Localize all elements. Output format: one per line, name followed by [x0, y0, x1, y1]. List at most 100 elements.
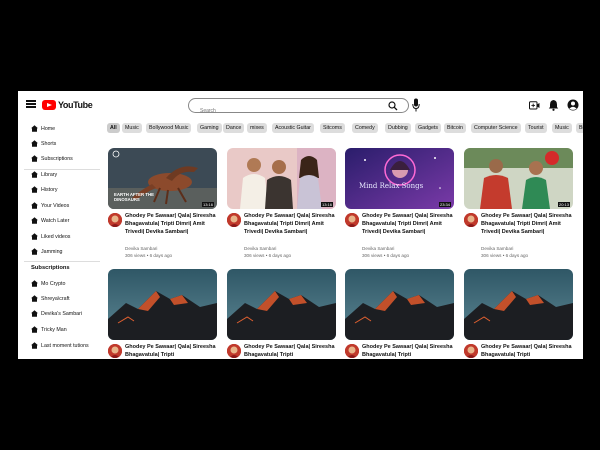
video-card[interactable]: 13:16 Ghodey Pe Sawaar| Qala| Sireesha B… [227, 148, 336, 260]
chip-bitcoin[interactable]: Bitcoin [444, 123, 466, 133]
video-card[interactable]: Ghodey Pe Sawaar| Qala| Sireesha Bhagava… [108, 269, 217, 359]
sidebar-item-watch-later[interactable]: Watch Later [18, 214, 106, 227]
video-thumbnail[interactable] [108, 269, 217, 340]
video-card[interactable]: Ghodey Pe Sawaar| Qala| Sireesha Bhagava… [464, 269, 573, 359]
sidebar-item-label: Your Videos [41, 202, 70, 209]
video-title[interactable]: Ghodey Pe Sawaar| Qala| Sireesha Bhagava… [244, 212, 336, 237]
video-thumbnail[interactable] [227, 269, 336, 340]
channel-avatar[interactable] [108, 213, 122, 227]
youtube-logo[interactable]: YouTube [42, 99, 93, 111]
video-meta: 306 views • 6 days ago [362, 253, 410, 258]
chip-dance[interactable]: Dance [223, 123, 245, 133]
channel-avatar[interactable] [464, 344, 478, 358]
subscription-label: Tricky Man [41, 326, 67, 333]
video-meta: 306 views • 6 days ago [481, 253, 529, 258]
youtube-logo-icon [42, 100, 56, 110]
sidebar-item-label: Library [41, 171, 58, 178]
channel-name[interactable]: Devika Sambari [362, 246, 394, 251]
video-card[interactable]: Ghodey Pe Sawaar| Qala| Sireesha Bhagava… [345, 269, 454, 359]
video-thumbnail[interactable]: EARTH AFTER THE DINOSAURS 13:16 [108, 148, 217, 209]
sidebar-item-library[interactable]: Library [18, 168, 106, 181]
chip-tourist[interactable]: Tourist [525, 123, 547, 133]
chip-gadgets[interactable]: Gadgets [415, 123, 442, 133]
sidebar-item-subscriptions[interactable]: Subscriptions [18, 152, 106, 165]
video-card[interactable]: EARTH AFTER THE DINOSAURS 13:16 Ghodey P… [108, 148, 217, 260]
video-card[interactable]: 20:13 Ghodey Pe Sawaar| Qala| Sireesha B… [464, 148, 573, 260]
chip-computer-science[interactable]: Computer Science [471, 123, 521, 133]
thumbnail-image [108, 269, 217, 340]
sidebar-item-label: Liked videos [41, 233, 71, 240]
channel-avatar[interactable] [227, 344, 241, 358]
menu-icon[interactable] [26, 100, 36, 108]
thumbnail-image [464, 148, 573, 209]
channel-name[interactable]: Devika Sambari [244, 246, 276, 251]
chip-all[interactable]: All [107, 123, 120, 133]
mic-icon[interactable] [412, 98, 420, 112]
channel-avatar[interactable] [108, 344, 122, 358]
shorts-icon [31, 140, 38, 147]
chip-sitcoms[interactable]: Sitcoms [320, 123, 345, 133]
sidebar-item-liked-videos[interactable]: Liked videos [18, 230, 106, 243]
sidebar-item-label: Shorts [41, 140, 57, 147]
video-card[interactable]: Ghodey Pe Sawaar| Qala| Sireesha Bhagava… [227, 269, 336, 359]
subscription-label: Mo Crypto [41, 280, 66, 287]
video-title[interactable]: Ghodey Pe Sawaar| Qala| Sireesha Bhagava… [362, 212, 454, 237]
chip-mixes[interactable]: mixes [247, 123, 267, 133]
search-input[interactable] [189, 104, 379, 118]
sidebar-item-your-videos[interactable]: Your Videos [18, 199, 106, 212]
watch-later-icon [31, 217, 38, 224]
subscription-item[interactable]: Last moment tutions [18, 339, 106, 352]
subscription-item[interactable]: Devika's Sambari [18, 307, 106, 320]
chip-dubbing[interactable]: Dubbing [385, 123, 411, 133]
chip-music-2[interactable]: Music [552, 123, 572, 133]
sidebar-item-history[interactable]: History [18, 183, 106, 196]
video-thumbnail[interactable] [464, 269, 573, 340]
subscription-item[interactable]: Tricky Man [18, 323, 106, 336]
channel-avatar[interactable] [464, 213, 478, 227]
video-title[interactable]: Ghodey Pe Sawaar| Qala| Sireesha Bhagava… [125, 343, 217, 359]
notifications-bell-icon[interactable] [548, 99, 559, 111]
channel-name[interactable]: Devika Sambari [125, 246, 157, 251]
subscription-item[interactable]: Mo Crypto [18, 277, 106, 290]
chip-comedy[interactable]: Comedy [352, 123, 378, 133]
video-duration: 13:16 [320, 202, 333, 207]
video-title[interactable]: Ghodey Pe Sawaar| Qala| Sireesha Bhagava… [481, 212, 573, 237]
chip-more[interactable]: Bi [576, 123, 583, 133]
chip-bollywood-music[interactable]: Bollywood Music [146, 123, 192, 133]
thumbnail-title-text: EARTH AFTER THE DINOSAURS [114, 192, 154, 202]
sidebar-item-home[interactable]: Home [18, 122, 106, 135]
sidebar-item-label: Home [41, 125, 56, 132]
chip-acoustic-guitar[interactable]: Acoustic Guitar [272, 123, 314, 133]
sidebar-item-shorts[interactable]: Shorts [18, 137, 106, 150]
video-card[interactable]: Mind Relax Songs 23:34 Ghodey Pe Sawaar|… [345, 148, 454, 260]
video-thumbnail[interactable]: Mind Relax Songs 23:34 [345, 148, 454, 209]
subscription-item[interactable]: Shreya\craft [18, 292, 106, 305]
subscriptions-icon [31, 155, 38, 162]
video-title[interactable]: Ghodey Pe Sawaar| Qala| Sireesha Bhagava… [125, 212, 217, 237]
channel-icon [31, 310, 38, 317]
channel-avatar[interactable] [345, 344, 359, 358]
search-icon[interactable] [388, 101, 398, 111]
chip-gaming[interactable]: Gaming [197, 123, 222, 133]
sidebar-divider [24, 261, 100, 262]
channel-avatar[interactable] [227, 213, 241, 227]
playlist-icon [31, 248, 38, 255]
video-thumbnail[interactable] [345, 269, 454, 340]
sidebar-item-jamming[interactable]: Jamming [18, 245, 106, 258]
search-box[interactable] [188, 98, 409, 118]
channel-name[interactable]: Devika Sambari [481, 246, 513, 251]
category-chips-bar: All Music Bollywood Music Gaming Dance m… [106, 121, 583, 135]
video-thumbnail[interactable]: 13:16 [227, 148, 336, 209]
video-title[interactable]: Ghodey Pe Sawaar| Qala| Sireesha Bhagava… [362, 343, 454, 359]
video-title[interactable]: Ghodey Pe Sawaar| Qala| Sireesha Bhagava… [481, 343, 573, 359]
create-video-icon[interactable] [529, 101, 540, 110]
history-icon [31, 186, 38, 193]
video-title[interactable]: Ghodey Pe Sawaar| Qala| Sireesha Bhagava… [244, 343, 336, 359]
chip-music[interactable]: Music [122, 123, 142, 133]
video-thumbnail[interactable]: 20:13 [464, 148, 573, 209]
sidebar-item-label: History [41, 186, 58, 193]
account-icon[interactable] [567, 99, 579, 111]
thumbnail-image [227, 148, 336, 209]
thumbnail-image [227, 269, 336, 340]
channel-avatar[interactable] [345, 213, 359, 227]
